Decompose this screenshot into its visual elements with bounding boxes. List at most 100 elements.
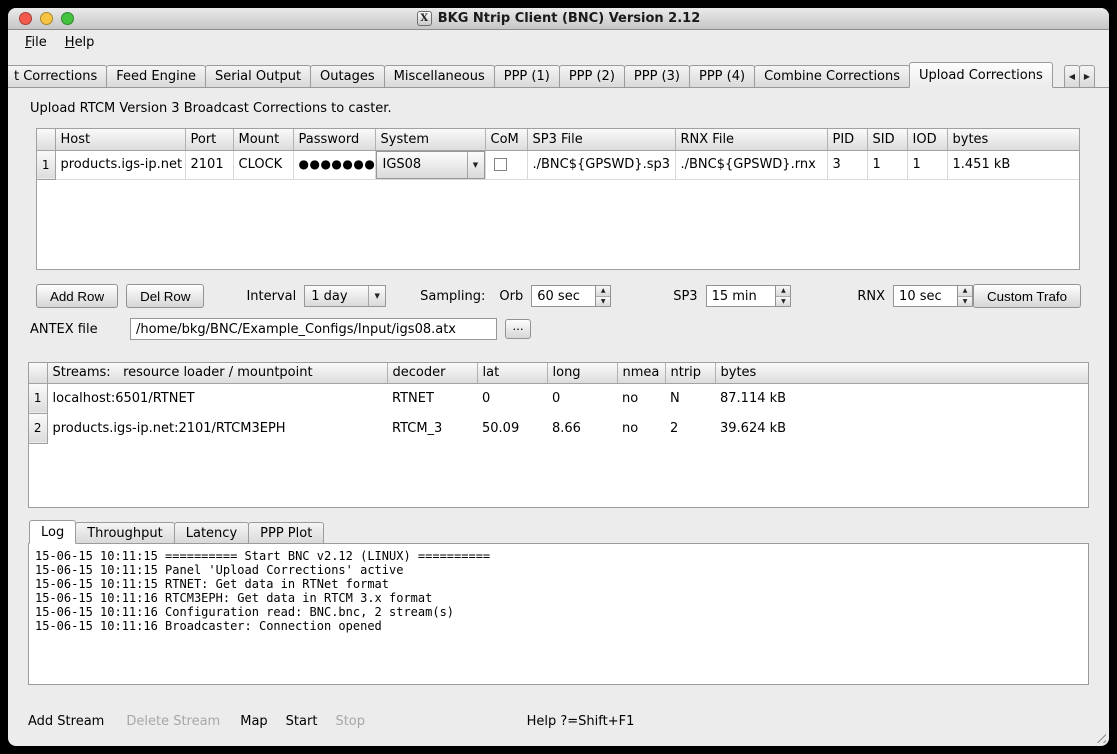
cell-com [485,150,527,179]
chevron-down-icon[interactable]: ▼ [467,152,484,178]
custom-trafo-button[interactable]: Custom Trafo [973,284,1081,308]
tab-scrollers: ◀ ▶ [1065,65,1095,87]
stream-lat: 0 [477,383,547,413]
cell-iod[interactable]: 1 [907,150,947,179]
stream-row[interactable]: 1 localhost:6501/RTNET RTNET 0 0 no N 87… [29,383,1089,413]
cell-rnx-file[interactable]: ./BNC${GPSWD}.rnx [675,150,827,179]
upload-table-corner [37,129,55,150]
stream-long: 0 [547,383,617,413]
spin-down-icon[interactable]: ▼ [596,297,610,307]
add-row-button[interactable]: Add Row [36,284,118,308]
cell-password[interactable]: ●●●●●●● [293,150,375,179]
stop-button[interactable]: Stop [335,714,365,729]
minimize-window-button[interactable] [40,12,53,25]
password-dots: ●●●●●●● [299,157,376,171]
zoom-window-button[interactable] [61,12,74,25]
tab-ppp-3[interactable]: PPP (3) [624,65,690,87]
tab-ppp-4[interactable]: PPP (4) [689,65,755,87]
stream-long: 8.66 [547,413,617,443]
orb-label: Orb [499,289,523,304]
log-tab-bar: Log Throughput Latency PPP Plot [28,520,1089,543]
start-button[interactable]: Start [286,714,318,729]
tab-scroll-left-button[interactable]: ◀ [1064,65,1080,87]
tab-feed-engine[interactable]: Feed Engine [106,65,206,87]
col-sp3-file: SP3 File [527,129,675,150]
log-tab-widget: Log Throughput Latency PPP Plot 15-06-15… [28,520,1089,685]
cell-port[interactable]: 2101 [185,150,233,179]
cell-sid[interactable]: 1 [867,150,907,179]
com-checkbox[interactable] [494,158,507,171]
spin-up-icon[interactable]: ▲ [958,286,972,297]
menu-file[interactable]: File [16,32,56,53]
col-decoder: decoder [387,363,477,383]
log-line: 15-06-15 10:11:15 ========== Start BNC v… [35,549,1082,563]
interval-label: Interval [246,289,296,304]
tab-outages[interactable]: Outages [310,65,385,87]
spin-buttons: ▲ ▼ [595,286,610,306]
stream-decoder: RTNET [387,383,477,413]
stream-lat: 50.09 [477,413,547,443]
antex-file-label: ANTEX file [30,322,130,337]
rnx-sampling-spinbox[interactable]: 10 sec ▲ ▼ [893,285,973,307]
map-button[interactable]: Map [240,714,267,729]
spin-down-icon[interactable]: ▼ [958,297,972,307]
col-sid: SID [867,129,907,150]
scroll-right-icon: ▶ [1084,72,1090,81]
tab-upload-corrections[interactable]: Upload Corrections [909,62,1053,88]
tab-log[interactable]: Log [29,520,76,544]
menu-bar: File Help [8,30,1109,55]
stream-row[interactable]: 2 products.igs-ip.net:2101/RTCM3EPH RTCM… [29,413,1089,443]
log-line: 15-06-15 10:11:16 Configuration read: BN… [35,605,1082,619]
system-combobox-value: IGS08 [377,157,467,172]
tab-miscellaneous[interactable]: Miscellaneous [384,65,495,87]
sampling-label: Sampling: [420,289,485,304]
tab-combine-corrections[interactable]: Combine Corrections [754,65,910,87]
title-bar[interactable]: X BKG Ntrip Client (BNC) Version 2.12 [8,8,1109,30]
interval-combobox[interactable]: 1 day ▼ [304,285,386,307]
sp3-label: SP3 [673,289,697,304]
window-title: X BKG Ntrip Client (BNC) Version 2.12 [417,11,701,26]
close-window-button[interactable] [19,12,32,25]
cell-mount[interactable]: CLOCK [233,150,293,179]
antex-browse-button[interactable]: ... [505,319,531,339]
tab-latency[interactable]: Latency [174,522,249,543]
del-row-button[interactable]: Del Row [126,284,204,308]
col-port: Port [185,129,233,150]
cell-host[interactable]: products.igs-ip.net [55,150,185,179]
cell-pid[interactable]: 3 [827,150,867,179]
tab-ppp-plot[interactable]: PPP Plot [248,522,324,543]
menu-help[interactable]: Help [56,32,104,53]
log-line: 15-06-15 10:11:15 RTNET: Get data in RTN… [35,577,1082,591]
stream-bytes: 39.624 kB [715,413,1089,443]
stream-decoder: RTCM_3 [387,413,477,443]
tab-ppp-2[interactable]: PPP (2) [559,65,625,87]
spin-buttons: ▲ ▼ [775,286,790,306]
x11-app-icon: X [417,11,432,26]
streams-table: Streams: resource loader / mountpoint de… [29,363,1089,444]
spin-up-icon[interactable]: ▲ [776,286,790,297]
tab-throughput[interactable]: Throughput [75,522,175,543]
system-combobox[interactable]: IGS08 ▼ [376,151,485,179]
add-stream-button[interactable]: Add Stream [28,714,104,729]
tab-ppp-1[interactable]: PPP (1) [494,65,560,87]
col-system: System [375,129,485,150]
cell-system: IGS08 ▼ [375,150,485,179]
tab-serial-output[interactable]: Serial Output [205,65,311,87]
tab-broadcast-corrections[interactable]: t Corrections [8,65,107,87]
antex-file-input[interactable]: /home/bkg/BNC/Example_Configs/Input/igs0… [130,318,497,340]
upload-controls-row: Add Row Del Row Interval 1 day ▼ Samplin… [36,284,1081,308]
delete-stream-button[interactable]: Delete Stream [126,714,220,729]
upload-table-row: 1 products.igs-ip.net 2101 CLOCK ●●●●●●●… [37,150,1080,179]
sp3-sampling-spinbox[interactable]: 15 min ▲ ▼ [706,285,792,307]
tab-scroll-right-button[interactable]: ▶ [1079,65,1095,87]
chevron-down-icon[interactable]: ▼ [368,286,385,306]
orb-sampling-spinbox[interactable]: 60 sec ▲ ▼ [531,285,611,307]
cell-sp3-file[interactable]: ./BNC${GPSWD}.sp3 [527,150,675,179]
rnx-label: RNX [857,289,885,304]
stream-mountpoint: products.igs-ip.net:2101/RTCM3EPH [47,413,387,443]
log-output[interactable]: 15-06-15 10:11:15 ========== Start BNC v… [28,543,1089,685]
row-number: 2 [29,413,47,443]
stream-bytes: 87.114 kB [715,383,1089,413]
spin-up-icon[interactable]: ▲ [596,286,610,297]
spin-down-icon[interactable]: ▼ [776,297,790,307]
